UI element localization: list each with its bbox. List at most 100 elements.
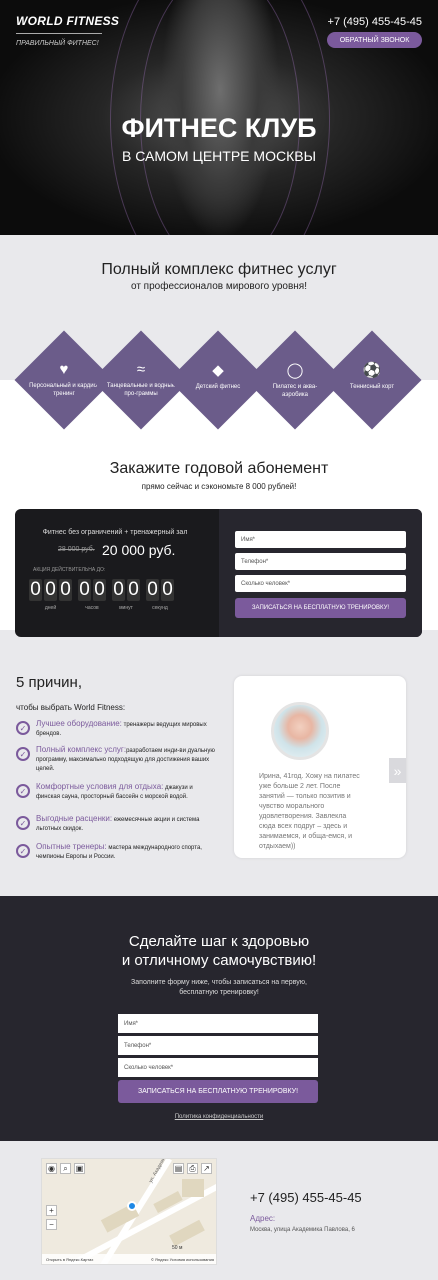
service-label: Теннисный корт xyxy=(349,384,395,390)
people-count-field[interactable]: Сколько человек* xyxy=(235,575,406,592)
map-credits[interactable]: © Яндекс Условия использования xyxy=(151,1257,214,1262)
cta-name-field[interactable]: Имя* xyxy=(118,1014,318,1033)
reason-head: Лучшее оборудование: xyxy=(36,719,122,728)
heart-pulse-icon: ♥ xyxy=(59,361,69,378)
service-item[interactable]: ⚽ Теннисный корт xyxy=(337,361,407,391)
timer-digit: 0 xyxy=(29,579,42,601)
timer-unit: минут xyxy=(119,605,133,611)
reasons-title: 5 причин, xyxy=(16,674,82,691)
fullscreen-icon[interactable]: ▣ xyxy=(74,1163,85,1174)
offer-title: Закажите годовой абонемент xyxy=(109,460,329,477)
review-card: Ирина, 41год. Хожу на пилатес уже больше… xyxy=(234,676,406,858)
timer-unit: секунд xyxy=(152,605,168,611)
reason-head: Опытные тренеры: xyxy=(36,842,107,851)
check-icon: ✓ xyxy=(16,816,30,830)
cta-people-field[interactable]: Сколько человек* xyxy=(118,1058,318,1077)
open-yandex-maps-link[interactable]: Открыть в Яндекс.Картах xyxy=(46,1257,93,1262)
timer-digit: 0 xyxy=(112,579,125,601)
timer-digit: 0 xyxy=(44,579,57,601)
service-item[interactable]: ◯ Пилатес и аква-аэробика xyxy=(260,361,330,399)
map-layers-icon[interactable]: ◉ xyxy=(46,1163,57,1174)
reason-head: Полный комплекс услуг: xyxy=(36,745,127,754)
offer-form: Имя* Телефон* Сколько человек* ЗАПИСАТЬС… xyxy=(219,509,422,637)
zoom-in-button[interactable]: + xyxy=(46,1205,57,1216)
new-price: 20 000 руб. xyxy=(102,542,176,558)
reasons-subtitle: чтобы выбрать World Fitness: xyxy=(16,703,126,712)
name-field[interactable]: Имя* xyxy=(235,531,406,548)
address-label: Адрес: xyxy=(250,1214,276,1223)
reason-head: Комфортные условия для отдыха: xyxy=(36,782,164,791)
timer-digit: 0 xyxy=(161,579,174,601)
header-phone[interactable]: +7 (495) 455-45-45 xyxy=(328,16,422,28)
service-label: Детский фитнес xyxy=(195,384,241,390)
review-text: Ирина, 41год. Хожу на пилатес уже больше… xyxy=(259,773,360,850)
cta-title-line: и отличному самочувствию! xyxy=(121,952,317,969)
offer-description: Фитнес без ограничений + тренажерный зал xyxy=(42,529,188,536)
timer-days: 0 0 0 дней xyxy=(29,579,72,611)
service-item[interactable]: ◆ Детский фитнес xyxy=(183,361,253,391)
cta-title-line: Сделайте шаг к здоровью xyxy=(128,933,310,950)
service-item[interactable]: ≈ Танцевальные и водные про-граммы xyxy=(106,361,176,398)
services-subtitle: от профессионалов мирового уровня! xyxy=(130,281,307,292)
cta-text-line: Заполните форму ниже, чтобы записаться н… xyxy=(131,979,307,986)
search-icon[interactable]: ⌕ xyxy=(60,1163,71,1174)
timer-minutes: 0 0 минут xyxy=(112,579,140,611)
timer-digit: 0 xyxy=(127,579,140,601)
map-type-icon[interactable]: ▤ xyxy=(173,1163,184,1174)
expand-icon[interactable]: ↗ xyxy=(201,1163,212,1174)
timer-seconds: 0 0 секунд xyxy=(146,579,174,611)
reason-item: ✓ Опытные тренеры: мастера международног… xyxy=(16,842,216,862)
countdown-timer: 0 0 0 дней 0 0 часов 0 0 минут 0 0 секун… xyxy=(29,579,174,611)
hero-subtitle: В САМОМ ЦЕНТРЕ МОСКВЫ xyxy=(122,148,316,164)
avatar xyxy=(271,702,329,760)
timer-digit: 0 xyxy=(59,579,72,601)
check-icon: ✓ xyxy=(16,721,30,735)
service-label: Персональный и кардио-тренинг xyxy=(29,383,99,397)
reason-item: ✓ Выгодные расценки: ежемесячные акции и… xyxy=(16,814,216,834)
tennis-ball-icon: ⚽ xyxy=(362,362,382,379)
cta-text-line: бесплатную тренировку! xyxy=(179,989,259,996)
swimmer-icon: ≈ xyxy=(136,361,146,378)
logo[interactable]: WORLD FITNESS xyxy=(16,14,119,28)
callback-button[interactable]: ОБРАТНЫЙ ЗВОНОК xyxy=(327,32,422,48)
signup-button[interactable]: ЗАПИСАТЬСЯ НА БЕСПЛАТНУЮ ТРЕНИРОВКУ! xyxy=(235,598,406,618)
address-text: Москва, улица Академика Павлова, 6 xyxy=(250,1227,355,1233)
cta-section: Сделайте шаг к здоровью и отличному само… xyxy=(0,896,438,1141)
services-title: Полный комплекс фитнес услуг xyxy=(101,261,337,278)
timer-digit: 0 xyxy=(78,579,91,601)
map-footer: Открыть в Яндекс.Картах © Яндекс Условия… xyxy=(42,1254,216,1264)
timer-unit: часов xyxy=(85,605,99,611)
zoom-out-button[interactable]: − xyxy=(46,1219,57,1230)
phone-field[interactable]: Телефон* xyxy=(235,553,406,570)
kids-icon: ◆ xyxy=(212,362,224,379)
reason-item: ✓ Полный комплекс услуг:разработаем инди… xyxy=(16,745,216,774)
cta-phone-field[interactable]: Телефон* xyxy=(118,1036,318,1055)
privacy-policy-link[interactable]: Политика конфиденциальности xyxy=(0,1114,438,1120)
review-next-arrow[interactable]: » xyxy=(389,758,406,783)
reason-head: Выгодные расценки: xyxy=(36,814,113,823)
check-icon: ✓ xyxy=(16,747,30,761)
service-item[interactable]: ♥ Персональный и кардио-тренинг xyxy=(29,361,99,398)
offer-panel: Фитнес без ограничений + тренажерный зал… xyxy=(15,509,422,637)
check-icon: ✓ xyxy=(16,844,30,858)
check-icon: ✓ xyxy=(16,784,30,798)
logo-divider xyxy=(16,33,102,34)
timer-digit: 0 xyxy=(93,579,106,601)
map-building xyxy=(182,1179,204,1197)
pilates-icon: ◯ xyxy=(286,362,304,379)
print-icon[interactable]: ⎙ xyxy=(187,1163,198,1174)
service-label: Танцевальные и водные про-граммы xyxy=(106,383,176,397)
service-label: Пилатес и аква-аэробика xyxy=(272,384,318,398)
reason-item: ✓ Лучшее оборудование: тренажеры ведущих… xyxy=(16,719,216,739)
reason-item: ✓ Комфортные условия для отдыха: джакузи… xyxy=(16,782,216,802)
hero-section: WORLD FITNESS ПРАВИЛЬНЫЙ ФИТНЕС! +7 (495… xyxy=(0,0,438,235)
old-price: 28 000 руб. xyxy=(58,546,95,553)
timer-label: АКЦИЯ ДЕЙСТВИТЕЛЬНА ДО: xyxy=(33,567,106,573)
offer-subtitle: прямо сейчас и сэкономьте 8 000 рублей! xyxy=(141,482,297,491)
cta-title: Сделайте шаг к здоровью и отличному само… xyxy=(0,932,438,970)
map-widget[interactable]: ◉ ⌕ ▣ ▤ ⎙ ↗ + − ул. Академика 50 м Откры… xyxy=(41,1158,217,1265)
timer-digit: 0 xyxy=(146,579,159,601)
cta-signup-button[interactable]: ЗАПИСАТЬСЯ НА БЕСПЛАТНУЮ ТРЕНИРОВКУ! xyxy=(118,1080,318,1103)
timer-unit: дней xyxy=(44,605,57,611)
contact-phone[interactable]: +7 (495) 455-45-45 xyxy=(250,1190,362,1205)
